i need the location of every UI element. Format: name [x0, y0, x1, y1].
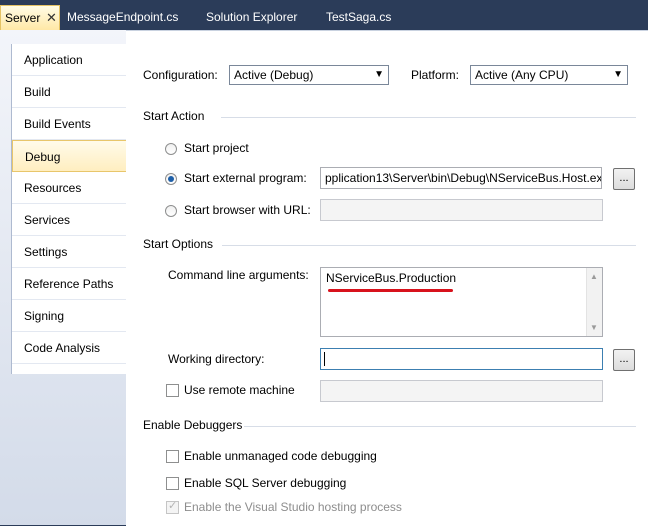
section-divider [244, 426, 636, 427]
tab-label: Solution Explorer [206, 10, 298, 24]
property-pages-list: Application Build Build Events Debug Res… [11, 44, 128, 374]
start-project-label: Start project [184, 141, 249, 155]
start-project-radio[interactable] [165, 143, 177, 155]
unmanaged-debugging-checkbox[interactable] [166, 450, 179, 463]
nav-item-label: Signing [24, 309, 65, 323]
tab-testsaga[interactable]: TestSaga.cs [326, 6, 391, 28]
chevron-down-icon: ▼ [613, 69, 623, 80]
start-external-program-label: Start external program: [184, 171, 307, 185]
chevron-down-icon: ▼ [374, 69, 384, 80]
start-browser-label: Start browser with URL: [184, 203, 311, 217]
debug-settings-page: Configuration: Active (Debug) ▼ Platform… [126, 30, 648, 526]
command-line-arguments-label: Command line arguments: [168, 268, 309, 282]
scroll-down-icon[interactable]: ▼ [590, 323, 598, 332]
platform-dropdown[interactable]: Active (Any CPU) ▼ [470, 65, 628, 85]
nav-item-build-events[interactable]: Build Events [12, 108, 127, 140]
scroll-up-icon[interactable]: ▲ [590, 272, 598, 281]
platform-value: Active (Any CPU) [475, 68, 569, 82]
tab-label: MessageEndpoint.cs [67, 10, 179, 24]
nav-item-label: Services [24, 213, 71, 227]
enable-debuggers-heading: Enable Debuggers [143, 418, 243, 432]
hosting-process-label: Enable the Visual Studio hosting process [184, 500, 402, 514]
nav-item-debug[interactable]: Debug [12, 140, 128, 172]
start-action-heading: Start Action [143, 109, 205, 123]
nav-item-label: Debug [25, 150, 61, 164]
start-browser-radio[interactable] [165, 205, 177, 217]
external-program-path-input[interactable]: pplication13\Server\bin\Debug\NServiceBu… [320, 167, 602, 189]
start-options-heading: Start Options [143, 237, 214, 251]
tab-solution-explorer[interactable]: Solution Explorer [206, 6, 297, 28]
working-directory-label: Working directory: [168, 352, 265, 366]
browse-button-label: ... [619, 353, 629, 365]
nav-item-signing[interactable]: Signing [12, 300, 127, 332]
use-remote-machine-checkbox[interactable] [166, 384, 179, 397]
nav-item-code-analysis[interactable]: Code Analysis [12, 332, 127, 364]
working-directory-input[interactable] [320, 348, 603, 370]
property-pages-nav-panel: Application Build Build Events Debug Res… [0, 30, 128, 525]
configuration-dropdown[interactable]: Active (Debug) ▼ [229, 65, 389, 85]
external-program-path-value: pplication13\Server\bin\Debug\NServiceBu… [325, 171, 602, 185]
nav-item-reference-paths[interactable]: Reference Paths [12, 268, 127, 300]
text-cursor [324, 352, 325, 366]
command-line-arguments-value: NServiceBus.Production [326, 271, 457, 285]
section-divider [222, 245, 636, 246]
nav-item-label: Resources [24, 181, 82, 195]
annotation-underline [328, 289, 453, 292]
nav-item-label: Settings [24, 245, 68, 259]
hosting-process-checkbox[interactable] [166, 499, 179, 514]
textarea-scrollbar[interactable]: ▲ ▼ [586, 268, 602, 336]
browser-url-input[interactable] [320, 199, 603, 221]
close-icon[interactable]: ✕ [46, 6, 57, 30]
nav-item-resources[interactable]: Resources [12, 172, 127, 204]
nav-item-build[interactable]: Build [12, 76, 127, 108]
nav-item-services[interactable]: Services [12, 204, 127, 236]
configuration-label: Configuration: [143, 68, 218, 82]
document-tab-strip: Server ✕ MessageEndpoint.cs Solution Exp… [0, 0, 648, 30]
tab-label: TestSaga.cs [326, 10, 392, 24]
browse-working-directory-button[interactable]: ... [613, 349, 635, 371]
unmanaged-debugging-label: Enable unmanaged code debugging [184, 449, 377, 463]
tab-message-endpoint[interactable]: MessageEndpoint.cs [67, 6, 178, 28]
command-line-arguments-textarea[interactable]: NServiceBus.Production ▲ ▼ [320, 267, 603, 337]
nav-item-label: Build Events [24, 117, 91, 131]
configuration-value: Active (Debug) [234, 68, 314, 82]
nav-item-label: Build [24, 85, 51, 99]
browse-button-label: ... [619, 172, 629, 184]
tab-label: Server [5, 11, 41, 25]
nav-item-application[interactable]: Application [12, 44, 127, 76]
nav-item-settings[interactable]: Settings [12, 236, 127, 268]
start-external-program-radio[interactable] [165, 173, 177, 185]
use-remote-machine-label: Use remote machine [184, 383, 295, 397]
remote-machine-input[interactable] [320, 380, 603, 402]
browse-program-button[interactable]: ... [613, 168, 635, 190]
tab-server[interactable]: Server ✕ [0, 5, 60, 30]
section-divider [221, 117, 636, 118]
nav-item-label: Code Analysis [24, 341, 101, 355]
sql-debugging-label: Enable SQL Server debugging [184, 476, 347, 490]
sql-debugging-checkbox[interactable] [166, 477, 179, 490]
nav-item-label: Reference Paths [24, 277, 114, 291]
nav-item-label: Application [24, 53, 83, 67]
platform-label: Platform: [411, 68, 460, 82]
